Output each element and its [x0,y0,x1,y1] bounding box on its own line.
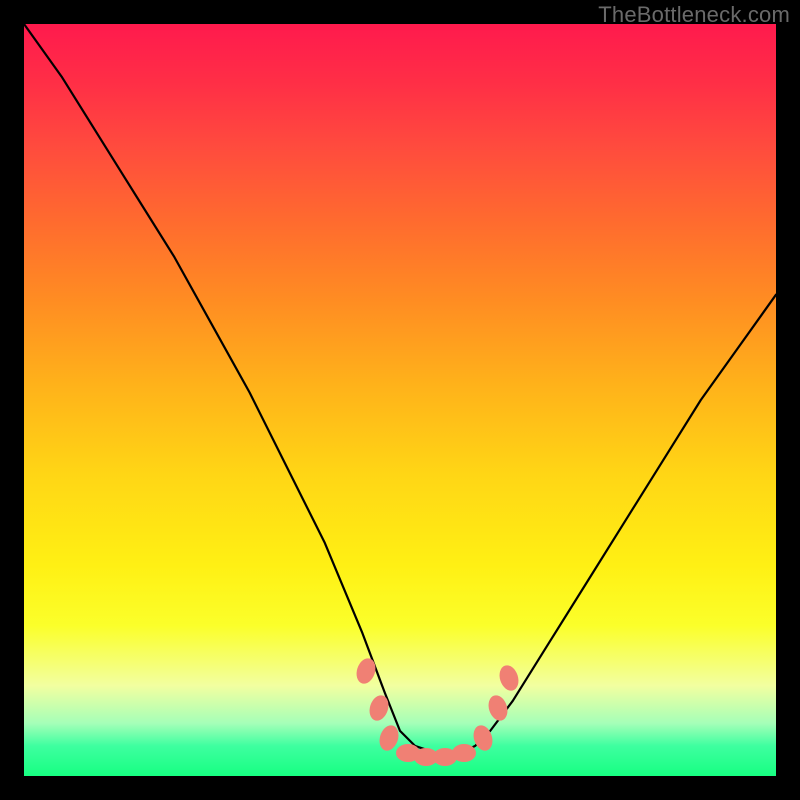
curve-marker [452,744,476,762]
chart-frame: TheBottleneck.com [0,0,800,800]
watermark-text: TheBottleneck.com [598,2,790,28]
plot-area [24,24,776,776]
bottleneck-curve [24,24,776,776]
